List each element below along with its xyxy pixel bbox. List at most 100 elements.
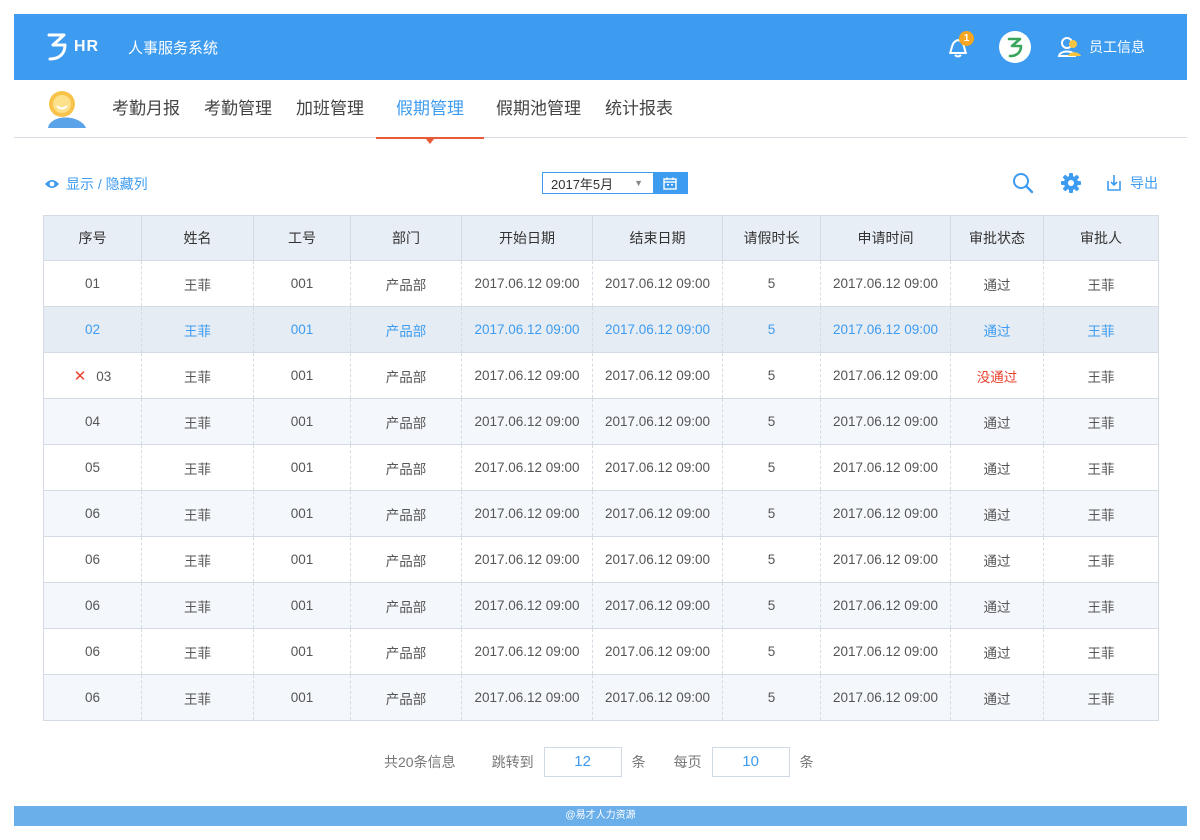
column-header[interactable]: 部门 [350, 215, 462, 261]
export-button[interactable]: 导出 [1104, 173, 1158, 193]
table-row[interactable]: 06 王菲 001 产品部 2017.06.12 09:00 2017.06.12 09:… [43, 582, 1159, 629]
column-header[interactable]: 结束日期 [592, 215, 723, 261]
start-date-cell: 2017.06.12 09:00 [461, 398, 593, 445]
approval-status-cell: 通过 [950, 536, 1044, 583]
tab-leave-management[interactable]: 假期管理 [376, 80, 484, 144]
search-button[interactable] [1010, 170, 1036, 196]
seq-cell: 02 [43, 306, 142, 353]
employee-id-cell: 001 [253, 490, 351, 537]
footer: @易才人力资源 [14, 806, 1187, 826]
column-header[interactable]: 申请时间 [820, 215, 951, 261]
system-title: 人事服务系统 [128, 39, 219, 57]
avatar[interactable] [42, 86, 88, 132]
column-header[interactable]: 姓名 [141, 215, 254, 261]
employee-info-label: 员工信息 [1089, 39, 1145, 55]
duration-cell: 5 [722, 444, 821, 491]
seq-value: 03 [96, 368, 112, 384]
tab-statistics-reports[interactable]: 统计报表 [593, 80, 685, 138]
seq-cell: 06 [43, 628, 142, 675]
department-cell: 产品部 [350, 260, 462, 307]
duration-cell: 5 [722, 628, 821, 675]
column-header[interactable]: 序号 [43, 215, 142, 261]
employee-info-button[interactable]: 员工信息 [1057, 35, 1145, 59]
month-value: 2017年5月 [551, 176, 614, 192]
department-cell: 产品部 [350, 490, 462, 537]
per-page-label: 每页 [673, 754, 702, 770]
approval-status-cell: 通过 [950, 582, 1044, 629]
approval-status-cell: 通过 [950, 674, 1044, 721]
duration-cell: 5 [722, 398, 821, 445]
name-cell: 王菲 [141, 582, 254, 629]
table-row[interactable]: 06 王菲 001 产品部 2017.06.12 09:00 2017.06.12 09:… [43, 536, 1159, 583]
month-picker[interactable]: 2017年5月 ▼ [542, 172, 688, 194]
end-date-cell: 2017.06.12 09:00 [592, 490, 723, 537]
approver-cell: 王菲 [1043, 582, 1159, 629]
jump-label: 跳转到 [491, 754, 534, 770]
column-header[interactable]: 审批人 [1043, 215, 1159, 261]
seq-cell: 06 [43, 490, 142, 537]
approver-cell: 王菲 [1043, 306, 1159, 353]
table-row[interactable]: 01 王菲 001 产品部 2017.06.12 09:00 2017.06.12 09:… [43, 260, 1159, 307]
department-cell: 产品部 [350, 306, 462, 353]
calendar-icon [663, 177, 677, 190]
jump-unit-label: 条 [631, 754, 646, 770]
jump-page-input[interactable]: 12 [543, 747, 622, 777]
column-header[interactable]: 开始日期 [461, 215, 593, 261]
brand-mark-icon [1007, 37, 1023, 58]
tab-attendance-monthly[interactable]: 考勤月报 [100, 80, 192, 138]
notifications-button[interactable]: 1 [943, 31, 974, 62]
column-header[interactable]: 审批状态 [950, 215, 1044, 261]
approval-status-cell: 通过 [950, 444, 1044, 491]
table-row[interactable]: 04 王菲 001 产品部 2017.06.12 09:00 2017.06.12 09:… [43, 398, 1159, 445]
table-row[interactable]: 06 王菲 001 产品部 2017.06.12 09:00 2017.06.12 09:… [43, 490, 1159, 537]
avatar-icon [48, 90, 86, 128]
toggle-columns-button[interactable]: 显示 / 隐藏列 [44, 174, 148, 194]
close-icon[interactable]: ✕ [74, 368, 87, 385]
approval-status-cell: 通过 [950, 260, 1044, 307]
table-row[interactable]: ✕ 03 王菲 001 产品部 2017.06.12 09:00 2017.06.12 09… [43, 352, 1159, 399]
approver-cell: 王菲 [1043, 444, 1159, 491]
table-row[interactable]: 06 王菲 001 产品部 2017.06.12 09:00 2017.06.12 09:… [43, 674, 1159, 721]
tab-attendance-management[interactable]: 考勤管理 [192, 80, 284, 138]
caret-down-icon[interactable]: ▼ [634, 178, 643, 188]
brand-mark-icon [47, 33, 67, 61]
table-row[interactable]: 06 王菲 001 产品部 2017.06.12 09:00 2017.06.12 09:… [43, 628, 1159, 675]
duration-cell: 5 [722, 306, 821, 353]
applied-time-cell: 2017.06.12 09:00 [820, 582, 951, 629]
seq-cell: 06 [43, 582, 142, 629]
employee-id-cell: 001 [253, 306, 351, 353]
employee-id-cell: 001 [253, 582, 351, 629]
calendar-button[interactable] [653, 173, 687, 193]
start-date-cell: 2017.06.12 09:00 [461, 444, 593, 491]
per-page-input[interactable]: 10 [711, 747, 790, 777]
start-date-cell: 2017.06.12 09:00 [461, 582, 593, 629]
column-header[interactable]: 工号 [253, 215, 351, 261]
approval-status-cell: 通过 [950, 490, 1044, 537]
department-cell: 产品部 [350, 628, 462, 675]
search-icon [1013, 173, 1034, 194]
profile-logo-button[interactable] [999, 31, 1031, 63]
applied-time-cell: 2017.06.12 09:00 [820, 352, 951, 399]
approval-status-cell: 没通过 [950, 352, 1044, 399]
tab-overtime-management[interactable]: 加班管理 [284, 80, 376, 138]
duration-cell: 5 [722, 352, 821, 399]
seq-cell: 01 [43, 260, 142, 307]
export-icon [1107, 175, 1121, 191]
gear-icon [1061, 173, 1081, 193]
settings-button[interactable] [1058, 170, 1084, 196]
department-cell: 产品部 [350, 582, 462, 629]
column-header[interactable]: 请假时长 [722, 215, 821, 261]
start-date-cell: 2017.06.12 09:00 [461, 536, 593, 583]
name-cell: 王菲 [141, 536, 254, 583]
end-date-cell: 2017.06.12 09:00 [592, 352, 723, 399]
name-cell: 王菲 [141, 628, 254, 675]
applied-time-cell: 2017.06.12 09:00 [820, 444, 951, 491]
table-row[interactable]: 05 王菲 001 产品部 2017.06.12 09:00 2017.06.12 09:… [43, 444, 1159, 491]
end-date-cell: 2017.06.12 09:00 [592, 306, 723, 353]
pagination: 共20条信息 跳转到 12 条 每页 10 条 [384, 746, 814, 778]
duration-cell: 5 [722, 536, 821, 583]
tab-leave-pool-management[interactable]: 假期池管理 [484, 80, 593, 138]
brand-logo[interactable]: HR [44, 29, 114, 65]
name-cell: 王菲 [141, 674, 254, 721]
table-row[interactable]: 02 王菲 001 产品部 2017.06.12 09:00 2017.06.12 09:… [43, 306, 1159, 353]
